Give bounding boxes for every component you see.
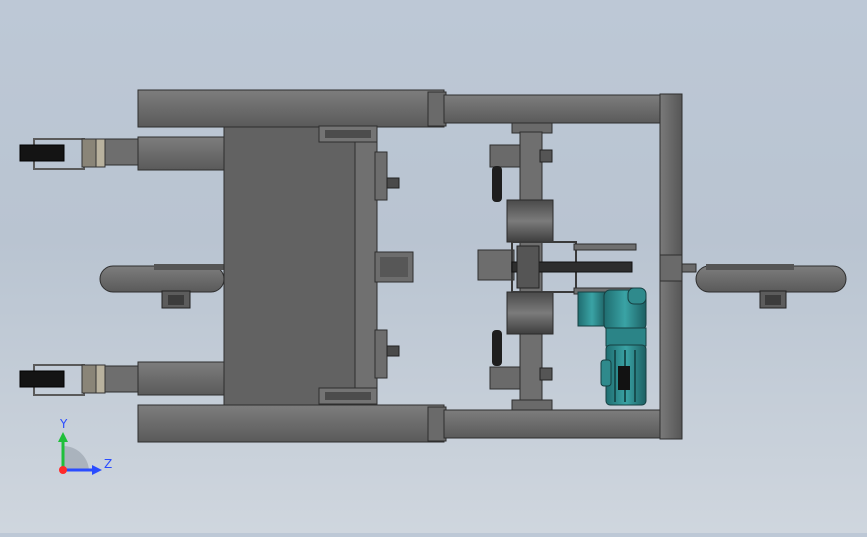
right-post-hub (659, 254, 683, 282)
lower-arm-block (137, 361, 227, 396)
top-crossbar (443, 94, 663, 124)
top-rail-cap (427, 91, 447, 127)
right-drive-wheel (681, 263, 847, 309)
center-connector-inner (380, 257, 408, 277)
y-axis-label: Y (59, 417, 68, 431)
z-axis-label: Z (104, 457, 112, 471)
bottom-rail (137, 404, 445, 443)
lower-bracket (374, 329, 388, 379)
z-axis-arrow (92, 465, 102, 475)
top-clamp-inner (325, 130, 371, 138)
bottom-clamp-inner (325, 392, 371, 400)
bottom-crossbar (443, 409, 663, 439)
coordinate-triad[interactable]: Y Z (58, 417, 112, 475)
upper-arm-block (137, 136, 227, 171)
lower-caster (19, 364, 106, 396)
assembly-drawing[interactable]: Y Z (0, 0, 867, 533)
top-rail (137, 89, 445, 128)
side-channel (354, 132, 378, 406)
y-axis-arrow (58, 432, 68, 442)
upper-bracket (374, 151, 388, 201)
bottom-mount-plate (511, 399, 553, 411)
upper-bracket-pin (386, 177, 400, 189)
x-axis-origin (59, 466, 67, 474)
lower-bracket-pin (386, 345, 400, 357)
upper-caster (19, 138, 106, 170)
upper-arm (103, 138, 141, 166)
cad-viewport[interactable]: Y Z (0, 0, 867, 533)
main-body-plate (223, 126, 357, 406)
upper-roller (506, 199, 554, 243)
gear-motor (577, 287, 647, 406)
lower-roller (506, 291, 554, 335)
lower-arm (103, 365, 141, 393)
triad-quadrant (63, 445, 89, 470)
left-drive-wheel (99, 264, 226, 309)
bottom-rail-cap (427, 406, 447, 442)
chain-drive (477, 241, 637, 295)
